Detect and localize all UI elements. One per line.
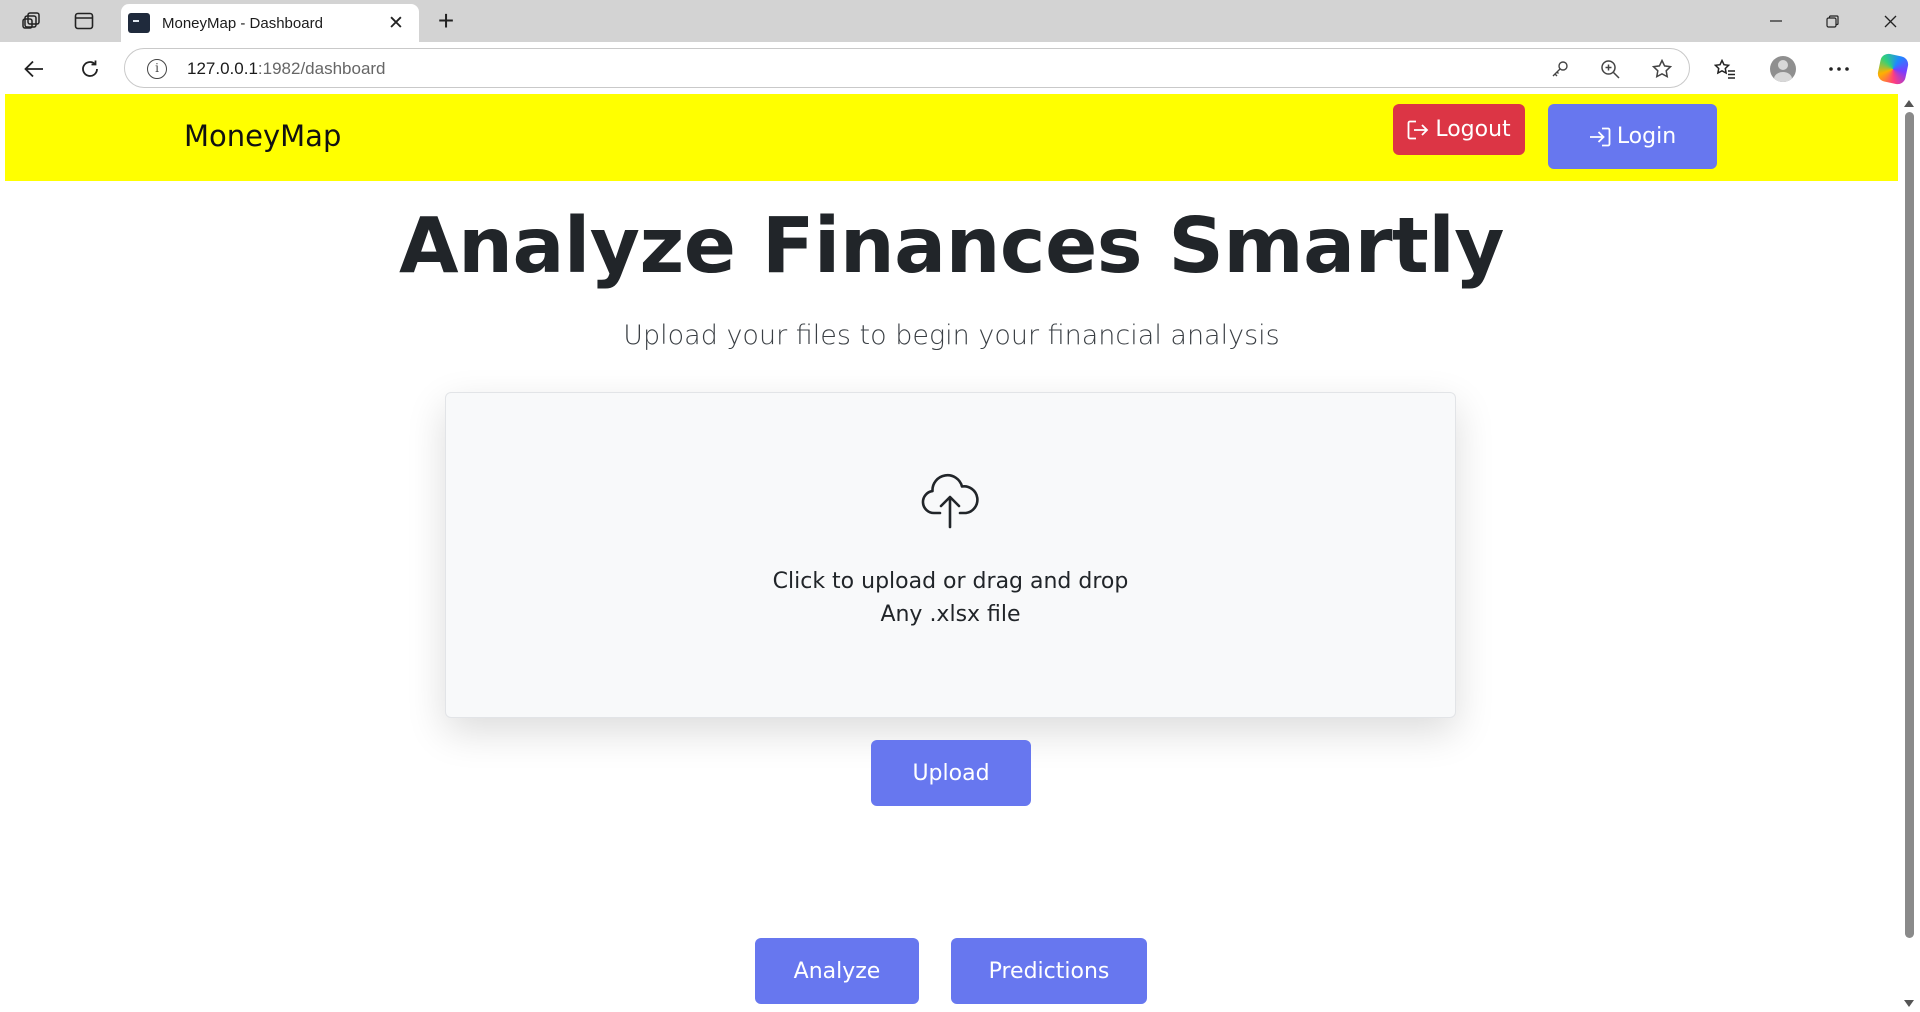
upload-instruction: Click to upload or drag and drop bbox=[772, 569, 1129, 594]
tab-close-icon[interactable]: ✕ bbox=[383, 10, 409, 36]
site-navbar: MoneyMap Logout Login bbox=[5, 94, 1898, 181]
browser-tab-active[interactable]: MoneyMap - Dashboard ✕ bbox=[121, 4, 419, 42]
page-title: Analyze Finances Smartly bbox=[399, 202, 1504, 291]
vertical-tabs-icon[interactable] bbox=[64, 6, 104, 36]
scroll-thumb[interactable] bbox=[1905, 112, 1914, 938]
url-host: 127.0.0.1 bbox=[187, 59, 258, 78]
tab-title: MoneyMap - Dashboard bbox=[162, 14, 323, 32]
minimize-icon[interactable] bbox=[1748, 0, 1804, 42]
login-button[interactable]: Login bbox=[1548, 104, 1717, 169]
window-close-icon[interactable] bbox=[1862, 0, 1918, 42]
restore-icon[interactable] bbox=[1804, 0, 1860, 42]
copilot-icon[interactable] bbox=[1873, 52, 1913, 86]
url-path: :1982/dashboard bbox=[257, 59, 386, 78]
page-subtitle: Upload your files to begin your financia… bbox=[623, 320, 1280, 351]
page-scrollbar[interactable] bbox=[1898, 94, 1920, 1012]
upload-file-hint: Any .xlsx file bbox=[880, 602, 1021, 627]
favorite-star-icon[interactable] bbox=[1649, 57, 1675, 81]
more-icon[interactable] bbox=[1819, 54, 1859, 84]
back-icon[interactable] bbox=[14, 52, 54, 86]
workspaces-icon[interactable] bbox=[12, 6, 52, 36]
key-icon[interactable] bbox=[1547, 57, 1573, 81]
scroll-up-icon[interactable] bbox=[1904, 100, 1914, 107]
zoom-icon[interactable] bbox=[1597, 57, 1623, 81]
file-dropzone[interactable]: Click to upload or drag and drop Any .xl… bbox=[445, 392, 1456, 718]
browser-tab-bar: MoneyMap - Dashboard ✕ + bbox=[0, 0, 1920, 42]
favorites-icon[interactable] bbox=[1705, 54, 1745, 84]
logout-label: Logout bbox=[1435, 117, 1511, 142]
login-icon bbox=[1589, 127, 1611, 146]
logout-button[interactable]: Logout bbox=[1393, 104, 1525, 155]
url-field[interactable]: i 127.0.0.1:1982/dashboard bbox=[124, 48, 1690, 88]
scroll-down-icon[interactable] bbox=[1904, 1000, 1914, 1007]
cloud-upload-icon bbox=[920, 471, 980, 529]
page-viewport: MoneyMap Logout Login Analyze Finances S… bbox=[5, 94, 1898, 1012]
login-label: Login bbox=[1616, 124, 1677, 149]
info-icon[interactable]: i bbox=[147, 59, 167, 79]
logout-icon bbox=[1407, 120, 1429, 139]
refresh-icon[interactable] bbox=[70, 52, 110, 86]
predictions-button[interactable]: Predictions bbox=[951, 938, 1147, 1004]
browser-address-bar: i 127.0.0.1:1982/dashboard bbox=[0, 42, 1920, 94]
url-text[interactable]: 127.0.0.1:1982/dashboard bbox=[187, 59, 386, 79]
brand-logo-text[interactable]: MoneyMap bbox=[184, 119, 341, 153]
new-tab-button[interactable]: + bbox=[427, 5, 465, 36]
tab-favicon-icon bbox=[128, 13, 150, 33]
upload-button[interactable]: Upload bbox=[871, 740, 1031, 806]
analyze-button[interactable]: Analyze bbox=[755, 938, 919, 1004]
profile-icon[interactable] bbox=[1763, 54, 1803, 84]
